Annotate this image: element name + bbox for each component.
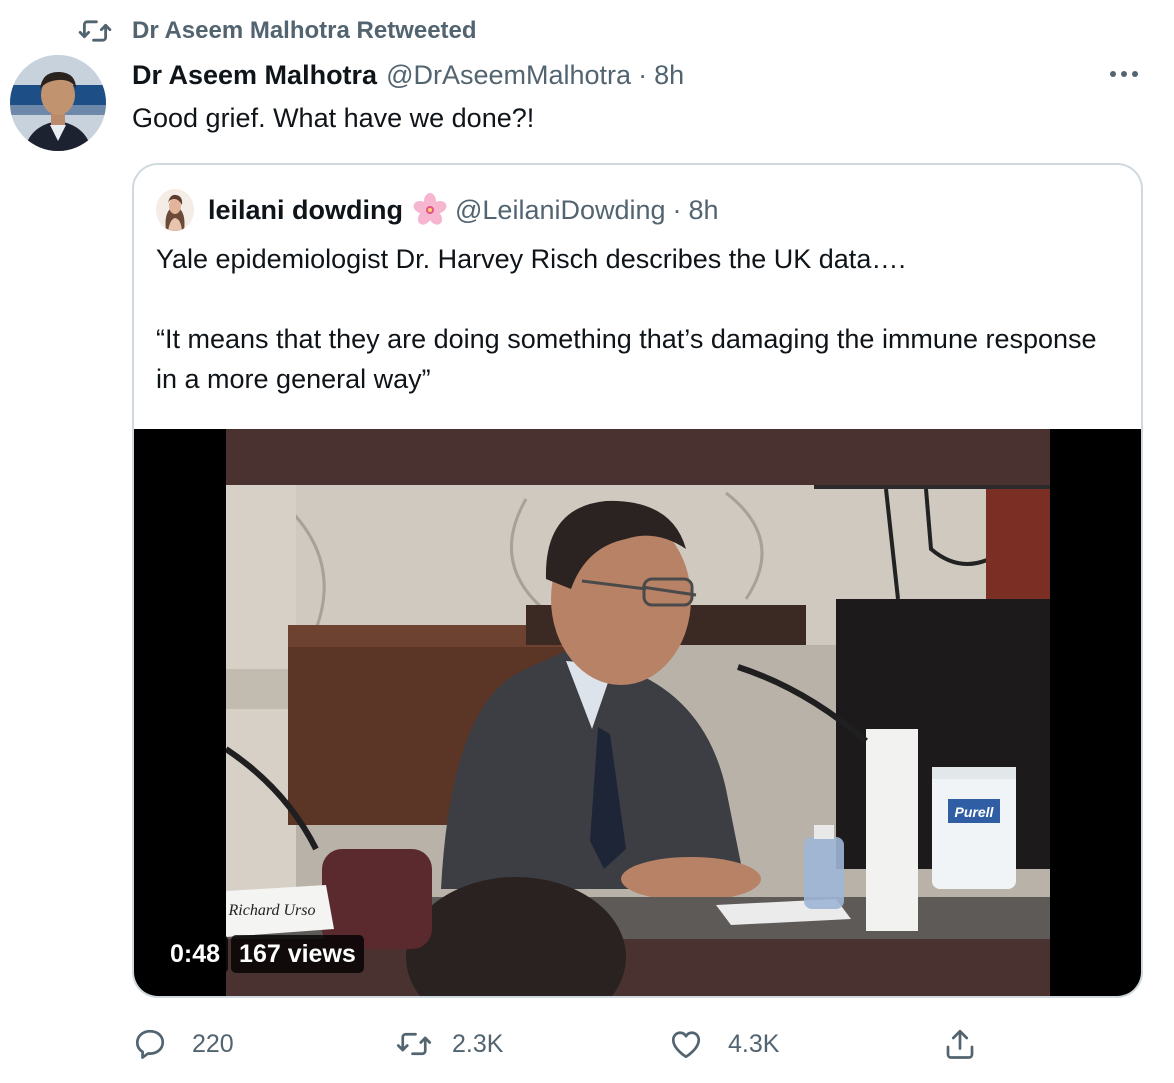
quote-paragraph: Yale epidemiologist Dr. Harvey Risch des… xyxy=(156,244,906,274)
avatar-photo xyxy=(10,55,106,151)
purell-label: Purell xyxy=(955,804,995,820)
heart-icon xyxy=(671,1031,701,1059)
tweet-timestamp[interactable]: 8h xyxy=(654,60,684,91)
author-handle[interactable]: @DrAseemMalhotra xyxy=(386,60,631,91)
video-player[interactable]: Purell Richard Urso 0:48 167 views xyxy=(134,429,1141,996)
like-count: 4.3K xyxy=(728,1029,780,1058)
retweet-icon xyxy=(396,1032,432,1056)
share-icon xyxy=(946,1029,974,1059)
author-name[interactable]: Dr Aseem Malhotra xyxy=(132,60,377,91)
more-icon xyxy=(1110,71,1116,77)
reply-icon xyxy=(135,1029,165,1059)
retweet-button[interactable]: 2.3K xyxy=(396,1024,503,1064)
quoted-tweet[interactable]: leilani dowding @LeilaniDowding · 8h Yal… xyxy=(132,163,1143,998)
author-avatar[interactable] xyxy=(10,55,106,151)
video-thumbnail: Purell Richard Urso xyxy=(226,429,1050,996)
retweet-count: 2.3K xyxy=(452,1029,504,1058)
more-button[interactable] xyxy=(1104,62,1144,86)
nameplate-text: Richard Urso xyxy=(228,902,316,919)
separator: · xyxy=(672,194,682,225)
quote-paragraph: “It means that they are doing something … xyxy=(156,324,1097,394)
quote-author-avatar[interactable] xyxy=(156,189,194,231)
share-button[interactable] xyxy=(942,1024,978,1064)
tweet-header: Dr Aseem Malhotra @DrAseemMalhotra · 8h xyxy=(132,56,684,94)
quote-header: leilani dowding @LeilaniDowding · 8h xyxy=(156,187,719,233)
quote-text: Yale epidemiologist Dr. Harvey Risch des… xyxy=(156,239,1116,399)
quote-author-handle[interactable]: @LeilaniDowding xyxy=(455,195,666,226)
avatar-photo xyxy=(156,189,194,231)
like-button[interactable]: 4.3K xyxy=(668,1024,779,1064)
cherry-blossom-icon xyxy=(413,193,447,225)
video-views: 167 views xyxy=(231,935,364,973)
reply-button[interactable]: 220 xyxy=(132,1024,234,1064)
reply-count: 220 xyxy=(192,1029,234,1058)
quote-author-name[interactable]: leilani dowding xyxy=(208,195,403,226)
tweet-text: Good grief. What have we done?! xyxy=(132,103,535,133)
separator: · xyxy=(638,59,648,90)
retweet-header[interactable]: Dr Aseem Malhotra Retweeted xyxy=(78,14,477,48)
retweeted-by-label: Dr Aseem Malhotra Retweeted xyxy=(132,17,477,44)
quote-timestamp[interactable]: 8h xyxy=(689,195,719,226)
retweet-icon xyxy=(78,20,112,42)
video-badges: 0:48 167 views xyxy=(162,935,364,973)
tweet-actions: 220 2.3K 4.3K xyxy=(132,1024,1012,1064)
video-duration: 0:48 xyxy=(162,935,229,973)
